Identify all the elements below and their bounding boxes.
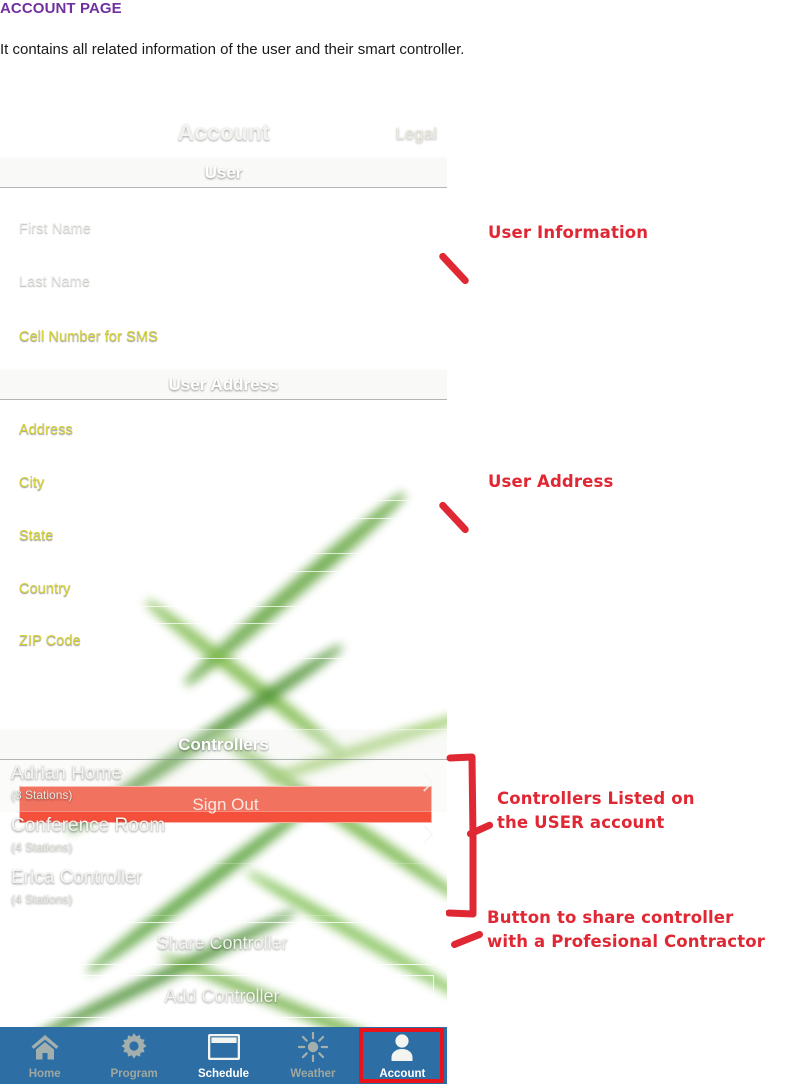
controller-name: Adrian Home bbox=[11, 763, 122, 784]
section-header-user-label: User bbox=[204, 163, 243, 182]
tab-weather[interactable]: Weather bbox=[268, 1027, 357, 1084]
last-name-input[interactable]: Last Name bbox=[11, 264, 432, 300]
annotation-share-button: Button to share controller with a Profes… bbox=[487, 908, 766, 952]
city-placeholder: City bbox=[19, 475, 45, 491]
nav-title: Account bbox=[177, 119, 270, 145]
section-header-controllers: Controllers bbox=[0, 729, 447, 760]
annotation-user-address: User Address bbox=[488, 472, 614, 491]
tab-home[interactable]: Home bbox=[0, 1027, 89, 1084]
first-name-placeholder: First Name bbox=[19, 221, 91, 237]
controller-stations: (8 Stations) bbox=[11, 788, 73, 802]
chevron-right-icon[interactable] bbox=[415, 773, 434, 792]
controller-stations: (4 Stations) bbox=[11, 892, 73, 906]
section-header-user: User bbox=[0, 157, 447, 188]
first-name-input[interactable]: First Name bbox=[11, 211, 432, 247]
tab-schedule-label: Schedule bbox=[197, 1068, 250, 1080]
country-input[interactable]: Country bbox=[11, 571, 432, 607]
calendar-icon bbox=[179, 1032, 268, 1062]
section-header-user-address: User Address bbox=[0, 369, 447, 400]
annotation-controllers-listed: Controllers Listed on the USER account bbox=[497, 789, 695, 833]
tab-schedule[interactable]: Schedule bbox=[179, 1027, 268, 1084]
country-placeholder: Country bbox=[19, 581, 71, 597]
cell-number-input[interactable]: Cell Number for SMS bbox=[11, 319, 432, 355]
gear-icon bbox=[89, 1032, 178, 1062]
cell-number-placeholder: Cell Number for SMS bbox=[19, 329, 158, 345]
city-input[interactable]: City bbox=[11, 465, 432, 501]
phone-screenshot: Account Legal User First Name Last Name … bbox=[0, 111, 447, 1084]
controller-row-erica-controller[interactable]: Erica Controller (4 Stations) bbox=[0, 864, 447, 916]
tab-account-label: Account bbox=[379, 1068, 426, 1080]
tab-program[interactable]: Program bbox=[89, 1027, 178, 1084]
controller-name: Conference Room bbox=[11, 815, 166, 836]
tab-program-label: Program bbox=[110, 1068, 158, 1080]
tab-weather-label: Weather bbox=[290, 1068, 336, 1080]
controller-name: Erica Controller bbox=[11, 867, 142, 888]
chevron-right-icon[interactable] bbox=[415, 825, 434, 844]
zip-code-input[interactable]: ZIP Code bbox=[11, 623, 432, 659]
state-input[interactable]: State bbox=[11, 518, 432, 554]
annotation-pointer-share-button bbox=[449, 929, 485, 950]
address-placeholder: Address bbox=[19, 422, 73, 438]
controller-row-adrian-home[interactable]: Adrian Home (8 Stations) bbox=[0, 760, 447, 812]
address-input[interactable]: Address bbox=[11, 412, 432, 448]
share-controller-button[interactable]: Share Controller bbox=[10, 922, 434, 965]
last-name-placeholder: Last Name bbox=[19, 274, 91, 290]
section-header-user-address-label: User Address bbox=[168, 375, 279, 394]
add-controller-button[interactable]: Add Controller bbox=[10, 975, 434, 1018]
tab-account[interactable]: Account bbox=[358, 1027, 447, 1084]
zip-code-placeholder: ZIP Code bbox=[19, 633, 81, 649]
sun-icon bbox=[268, 1032, 357, 1062]
state-placeholder: State bbox=[19, 528, 54, 544]
legal-link[interactable]: Legal bbox=[395, 124, 437, 144]
annotation-user-information: User Information bbox=[488, 223, 649, 242]
page-subtitle: It contains all related information of t… bbox=[0, 41, 465, 58]
add-controller-label: Add Controller bbox=[164, 986, 280, 1006]
share-controller-label: Share Controller bbox=[156, 933, 288, 953]
home-icon bbox=[0, 1032, 89, 1062]
annotation-bracket-controllers bbox=[446, 753, 477, 918]
tab-home-label: Home bbox=[28, 1068, 61, 1080]
controller-row-conference-room[interactable]: Conference Room (4 Stations) bbox=[0, 812, 447, 864]
section-header-controllers-label: Controllers bbox=[178, 735, 269, 754]
person-icon bbox=[358, 1032, 447, 1062]
bottom-tab-bar: Home Program Schedule Weather Account bbox=[0, 1027, 447, 1084]
navigation-bar: Account Legal bbox=[0, 111, 447, 157]
controller-stations: (4 Stations) bbox=[11, 840, 73, 854]
page-title: ACCOUNT PAGE bbox=[0, 0, 122, 17]
